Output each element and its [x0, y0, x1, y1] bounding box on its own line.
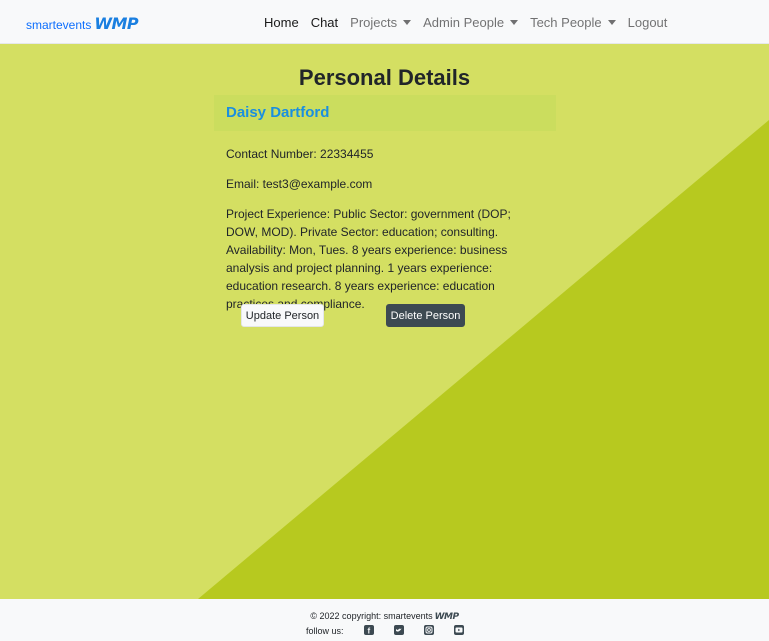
youtube-icon[interactable]	[454, 625, 464, 635]
svg-text:f: f	[368, 627, 371, 636]
twitter-icon[interactable]	[394, 625, 404, 635]
brand-wmp: WMP	[94, 14, 139, 33]
delete-person-button[interactable]: Delete Person	[386, 304, 465, 327]
nav-projects-dropdown[interactable]: Projects	[350, 15, 412, 30]
brand-logo[interactable]: smartevents WMP	[26, 14, 139, 33]
chevron-down-icon	[510, 20, 519, 25]
page-title: Personal Details	[298, 65, 471, 90]
chevron-down-icon	[607, 20, 616, 25]
navbar: smartevents WMP Home Chat Projects Admin…	[0, 0, 769, 44]
nav-home[interactable]: Home	[264, 15, 299, 30]
person-name: Daisy Dartford	[214, 95, 556, 131]
nav-tech-people-dropdown[interactable]: Tech People	[530, 15, 616, 30]
instagram-icon[interactable]	[424, 625, 434, 635]
contact-number: Contact Number: 22334455	[226, 147, 374, 161]
chevron-down-icon	[403, 20, 412, 25]
update-person-button[interactable]: Update Person	[241, 304, 324, 327]
follow-us-label: follow us:	[306, 626, 344, 636]
nav-admin-people-dropdown[interactable]: Admin People	[423, 15, 519, 30]
main-nav: Home Chat Projects Admin People Tech Peo…	[264, 15, 679, 30]
nav-chat[interactable]: Chat	[311, 15, 338, 30]
email: Email: test3@example.com	[226, 177, 373, 191]
project-experience: Project Experience: Public Sector: gover…	[226, 207, 511, 311]
nav-logout[interactable]: Logout	[628, 15, 668, 30]
brand-text: smartevents	[26, 18, 92, 32]
facebook-icon[interactable]: f	[364, 625, 374, 635]
footer-copyright: © 2022 copyright: smartevents WMP	[310, 611, 459, 622]
